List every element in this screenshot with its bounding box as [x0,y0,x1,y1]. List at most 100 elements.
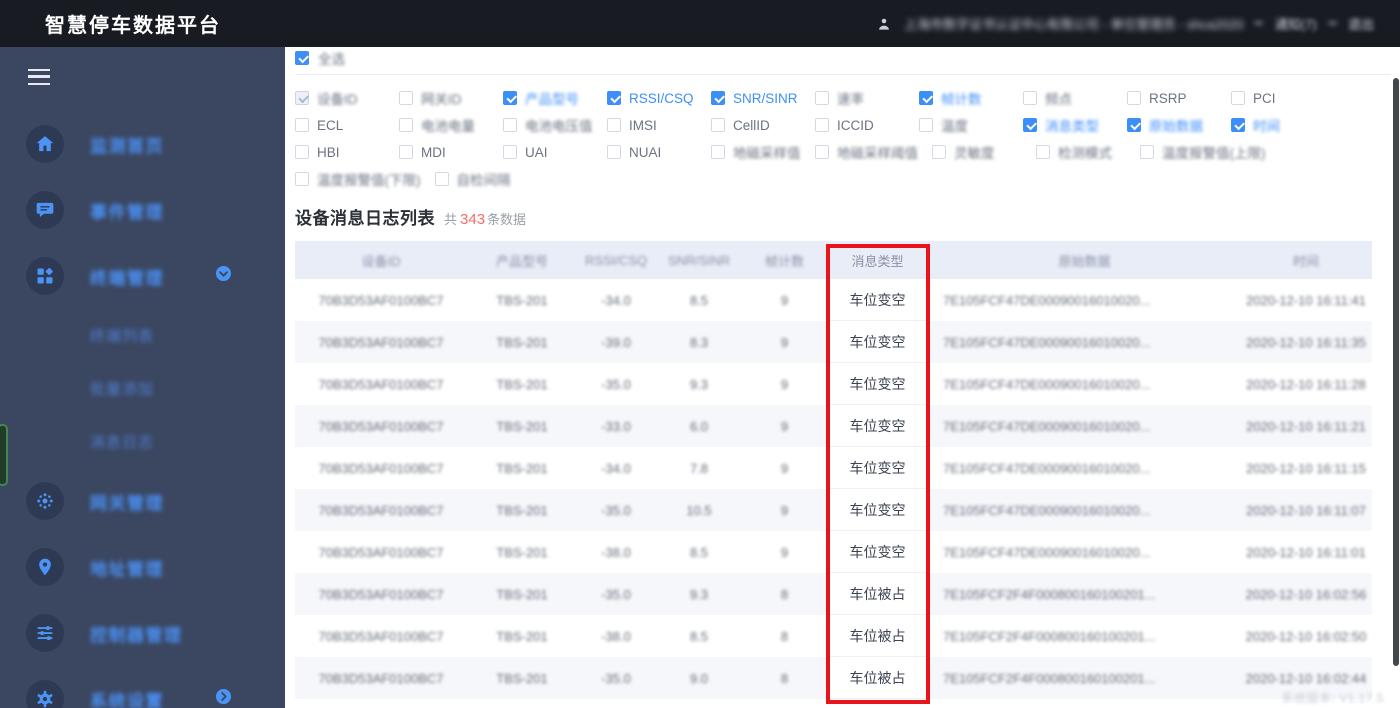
filter-checkbox[interactable]: PCI [1231,91,1335,106]
message-type-cell: 车位被占 [826,615,929,657]
sidebar-item-label: 地址管理 [90,559,164,579]
filter-checkbox[interactable]: 灵敏度 [932,142,1036,162]
sidebar-item-label: 监测首页 [90,136,164,156]
filter-label: 温度 [941,119,968,134]
table-cell: 7E105FCF47DE00090016010020... [943,502,1151,518]
sidebar-subitem[interactable]: 终端列表 [0,309,285,362]
filter-checkbox[interactable]: 时间 [1231,115,1335,135]
filter-checkbox[interactable]: 电池电压值 [503,115,607,135]
filter-checkbox[interactable]: 地磁采样阈值 [815,142,932,162]
logout-button[interactable]: 退出 [1348,14,1374,33]
table-cell: 2020-12-10 16:11:28 [1246,376,1366,392]
filter-checkbox[interactable]: 电池电量 [399,115,503,135]
sidebar-item-label: 控制器管理 [90,625,183,645]
table-cell: 2020-12-10 16:11:07 [1246,502,1366,518]
table-body: 70B3D53AF0100BC7 TBS-201 -34.0 8.5 9 车位变空 7E10… [295,279,1372,699]
sidebar-item[interactable]: 控制器管理 [0,600,285,666]
table-cell: 70B3D53AF0100BC7 [318,502,444,518]
list-title: 设备消息日志列表 [295,209,435,228]
app-title: 智慧停车数据平台 [45,15,221,37]
filter-checkbox[interactable]: RSRP [1127,91,1231,106]
menu-toggle-button[interactable] [0,47,285,111]
sidebar-item[interactable]: 系统设置 [0,666,285,708]
sidebar-subitem[interactable]: 批量添加 [0,362,285,415]
chevron-down-icon[interactable]: ∨ [1254,18,1264,29]
table-cell: TBS-201 [496,544,548,560]
filter-checkbox[interactable]: SNR/SINR [711,91,815,106]
filter-checkbox[interactable]: ICCID [815,118,919,133]
sidebar-item-label: 终端管理 [90,268,164,288]
filter-checkbox[interactable]: 温度报警值(下限) [295,169,435,189]
filter-checkbox[interactable]: 网关ID [399,88,503,108]
table-cell: 8.5 [689,544,709,560]
checkbox-icon [815,145,829,159]
filter-checkbox[interactable]: 自检间隔 [434,169,539,189]
vertical-scrollbar[interactable] [1393,78,1399,666]
table-cell: 7E105FCF47DE00090016010020... [943,460,1151,476]
filter-label: 消息类型 [1045,119,1099,134]
select-all-checkbox[interactable]: 全选 [295,49,1400,67]
count-suffix: 条数据 [487,212,527,227]
filter-label: CellID [733,117,770,133]
sidebar-item[interactable]: 终端管理 [0,243,285,309]
filter-checkbox[interactable]: ECL [295,118,399,133]
message-log-table: 设备ID 产品型号 RSSI/CSQ SNR/SINR 帧计数 消息类型 原始数据 时间 70… [295,241,1372,699]
user-area: 上海市数字证书认证中心有限公司 - 单位管理员 - shca2020 ∨ 通知(… [876,14,1374,33]
message-type-cell: 车位变空 [826,489,929,531]
filter-checkbox[interactable]: 检测模式 [1036,142,1140,162]
notifications-button[interactable]: 通知(7) [1275,14,1317,33]
chevron-down-icon[interactable]: ∨ [1327,18,1337,29]
chevron-down-icon [214,264,233,288]
filter-checkbox[interactable]: 速率 [815,88,919,108]
filter-checkbox[interactable]: IMSI [607,118,711,133]
filter-label: 地磁采样值 [733,146,801,161]
table-row[interactable]: 70B3D53AF0100BC7 TBS-201 -38.0 8.5 8 车位被占 7E10… [295,615,1372,657]
filter-checkbox[interactable]: 帧计数 [919,88,1023,108]
filter-label: ECL [317,117,344,133]
filter-label: 灵敏度 [954,146,995,161]
sidebar-subitem[interactable]: 消息日志 [0,415,285,468]
sidebar-item[interactable]: 地址管理 [0,534,285,600]
settings-icon [26,680,64,708]
column-header: SNR/SINR [667,252,731,268]
table-cell: -39.0 [601,334,631,350]
table-row[interactable]: 70B3D53AF0100BC7 TBS-201 -34.0 7.8 9 车位变空 7E10… [295,447,1372,489]
filter-checkbox[interactable]: RSSI/CSQ [607,91,711,106]
sidebar-item[interactable]: 网关管理 [0,468,285,534]
table-cell: 9 [780,502,789,518]
table-row[interactable]: 70B3D53AF0100BC7 TBS-201 -35.0 9.0 8 车位被占 7E10… [295,657,1372,699]
filter-checkbox[interactable]: 设备ID [295,88,399,108]
table-row[interactable]: 70B3D53AF0100BC7 TBS-201 -39.0 8.3 9 车位变空 7E10… [295,321,1372,363]
filter-checkbox[interactable]: 温度 [919,115,1023,135]
filter-checkbox[interactable]: 产品型号 [503,88,607,108]
table-row[interactable]: 70B3D53AF0100BC7 TBS-201 -34.0 8.5 9 车位变空 7E10… [295,279,1372,321]
filter-checkbox[interactable]: MDI [399,145,503,160]
checkbox-icon [932,145,946,159]
gateway-icon [26,482,64,520]
filter-checkbox[interactable]: 原始数据 [1127,115,1231,135]
checkbox-icon [1127,91,1141,105]
filter-checkbox[interactable]: 消息类型 [1023,115,1127,135]
sidebar-item[interactable]: 监测首页 [0,111,285,177]
table-row[interactable]: 70B3D53AF0100BC7 TBS-201 -38.0 8.5 9 车位变空 7E10… [295,531,1372,573]
table-row[interactable]: 70B3D53AF0100BC7 TBS-201 -35.0 9.3 8 车位被占 7E10… [295,573,1372,615]
checkbox-icon [1036,145,1050,159]
table-cell: 2020-12-10 16:11:15 [1246,460,1366,476]
filter-checkbox[interactable]: 地磁采样值 [711,142,815,162]
table-cell: 70B3D53AF0100BC7 [318,586,444,602]
table-row[interactable]: 70B3D53AF0100BC7 TBS-201 -33.0 6.0 9 车位变空 7E10… [295,405,1372,447]
filter-checkbox[interactable]: 温度报警值(上限) [1140,142,1280,162]
filter-label: 电池电压值 [525,119,593,134]
table-cell: 8.3 [689,334,709,350]
column-header-highlighted: 消息类型 [851,253,904,269]
filter-checkbox[interactable]: CellID [711,118,815,133]
filter-checkbox[interactable]: HBI [295,145,399,160]
sidebar-item[interactable]: 事件管理 [0,177,285,243]
filter-checkbox[interactable]: NUAI [607,145,711,160]
table-row[interactable]: 70B3D53AF0100BC7 TBS-201 -35.0 9.3 9 车位变空 7E10… [295,363,1372,405]
table-cell: 9.3 [689,376,709,392]
filter-checkbox[interactable]: UAI [503,145,607,160]
table-cell: 9.3 [689,586,709,602]
table-row[interactable]: 70B3D53AF0100BC7 TBS-201 -35.0 10.5 9 车位变空 7E1… [295,489,1372,531]
filter-checkbox[interactable]: 频点 [1023,88,1127,108]
